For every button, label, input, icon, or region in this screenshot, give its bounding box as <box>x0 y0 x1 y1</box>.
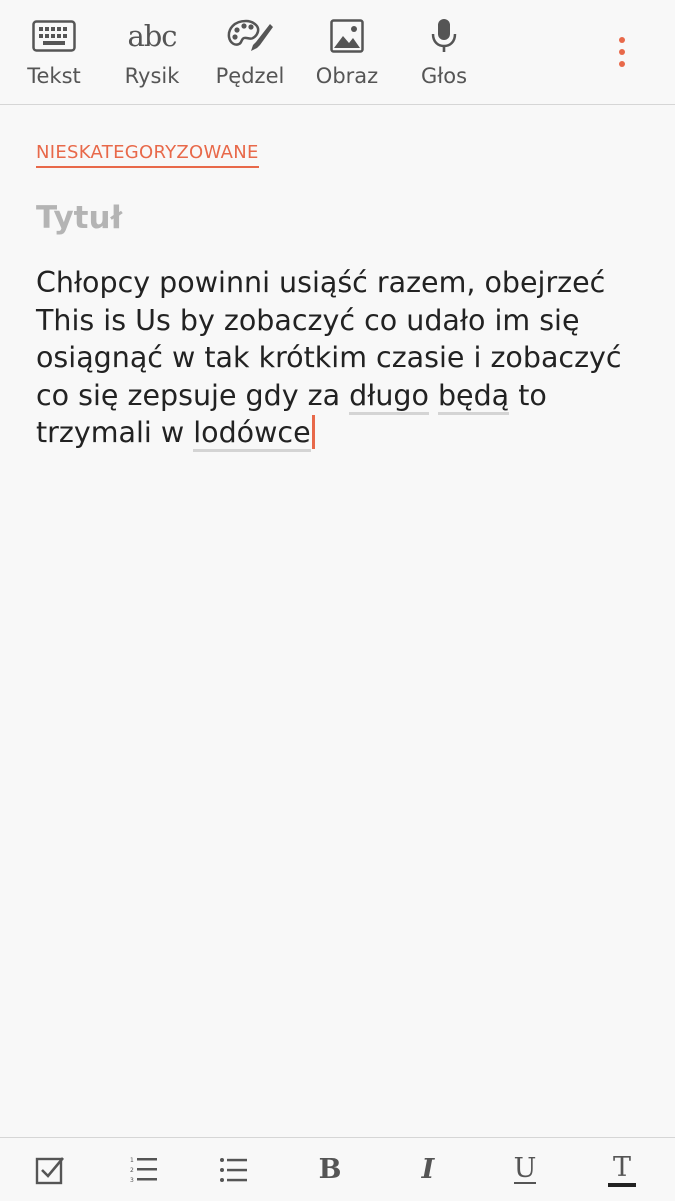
body-line-1: Chłopcy powinni usiąść razem, obejrzeć <box>36 266 606 299</box>
tool-brush-label: Pędzel <box>215 64 285 88</box>
body-line-5: trzymali w lodówce <box>36 414 646 452</box>
italic-button[interactable]: I <box>396 1138 460 1201</box>
abc-handwriting-icon: abc <box>122 16 182 56</box>
tool-pen-label: Rysik <box>124 64 180 88</box>
body-line-2: This is Us by zobaczyć co udało im się <box>36 303 580 337</box>
tool-voice-button[interactable]: Głos <box>395 0 493 104</box>
tool-text-button[interactable]: Tekst <box>5 0 103 104</box>
tool-text-label: Tekst <box>27 64 81 88</box>
tool-image-label: Obraz <box>315 64 379 88</box>
body-line-3: osiągnąć w tak krótkim czasie i zobaczyć <box>36 341 622 374</box>
underline-button[interactable]: U <box>493 1138 557 1201</box>
palette-brush-icon <box>220 16 280 56</box>
body-line-4-end: to <box>509 378 547 412</box>
spellcheck-word-lodowce[interactable]: lodówce <box>193 416 311 452</box>
body-line-5-start: trzymali w <box>36 416 194 449</box>
microphone-icon <box>414 16 474 56</box>
tool-brush-button[interactable]: Pędzel <box>201 0 299 104</box>
bullet-list-icon <box>220 1157 247 1182</box>
text-cursor <box>311 415 315 449</box>
body-line-4: co się zepsuje gdy za długo będą to <box>36 377 646 415</box>
keyboard-icon <box>24 16 84 56</box>
tool-image-button[interactable]: Obraz <box>298 0 396 104</box>
tool-pen-button[interactable]: abc Rysik <box>103 0 201 104</box>
text-color-label: T <box>612 1152 631 1183</box>
note-body-editor[interactable]: Chłopcy powinni usiąść razem, obejrzeć T… <box>36 264 646 452</box>
svg-text:1: 1 <box>130 1157 134 1164</box>
body-space <box>429 379 438 412</box>
format-toolbar: 1 2 3 B I U T <box>0 1137 675 1201</box>
tool-voice-label: Głos <box>420 64 468 88</box>
image-icon <box>317 16 377 56</box>
spellcheck-word-dlugo[interactable]: długo <box>349 378 429 415</box>
svg-text:2: 2 <box>130 1167 134 1174</box>
title-field[interactable]: Tytuł <box>36 200 122 236</box>
bold-button[interactable]: B <box>298 1138 362 1201</box>
numbered-list-button[interactable]: 1 2 3 <box>112 1138 176 1201</box>
more-vertical-icon[interactable] <box>598 26 646 78</box>
checkbox-icon <box>35 1156 64 1184</box>
body-line-4-start: co się zepsuje gdy za <box>36 378 350 412</box>
top-toolbar: Tekst abc Rysik Pędzel Obraz Głos <box>0 0 675 105</box>
numbered-list-icon: 1 2 3 <box>130 1157 157 1184</box>
checkbox-button[interactable] <box>18 1138 82 1201</box>
spellcheck-word-beda[interactable]: będą <box>437 378 510 415</box>
text-color-button[interactable]: T <box>590 1138 654 1201</box>
abc-glyph: abc <box>127 19 177 53</box>
bullet-list-button[interactable] <box>202 1138 266 1201</box>
underline-label: U <box>513 1152 537 1184</box>
category-selector[interactable]: NIESKATEGORYZOWANE <box>36 142 259 168</box>
svg-text:3: 3 <box>130 1177 134 1184</box>
text-color-swatch <box>608 1183 636 1187</box>
